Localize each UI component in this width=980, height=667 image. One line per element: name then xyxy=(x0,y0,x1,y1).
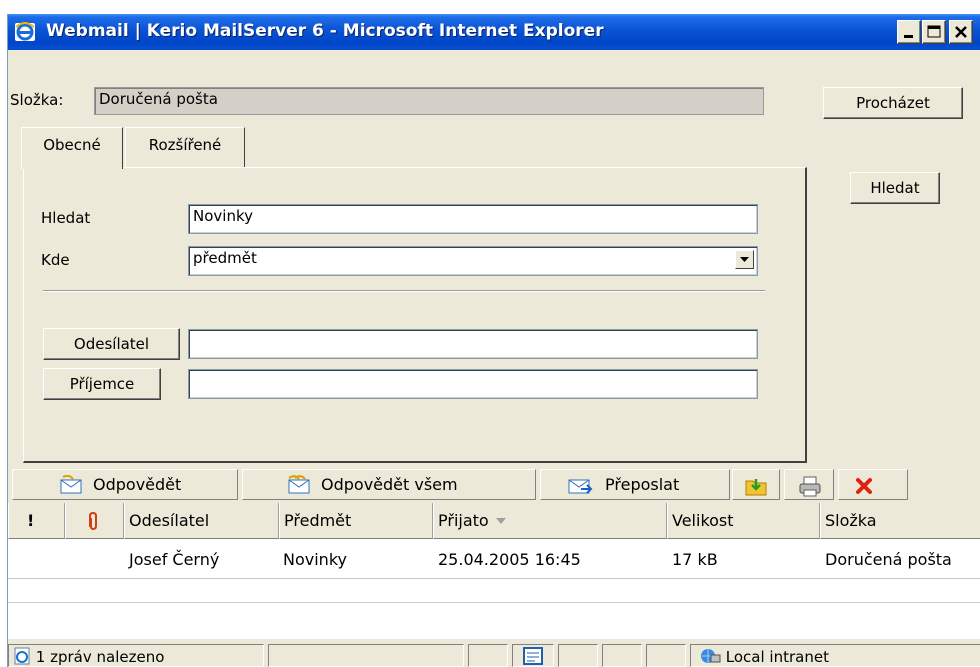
table-row[interactable]: Josef Černý Novinky 25.04.2005 16:45 17 … xyxy=(8,539,980,579)
divider xyxy=(43,290,765,292)
status-pane xyxy=(602,644,642,667)
status-text: 1 zpráv nalezeno xyxy=(35,648,165,666)
printer-icon xyxy=(798,475,822,501)
sender-button[interactable]: Odesílatel xyxy=(43,328,180,360)
row-folder: Doručená pošta xyxy=(825,550,952,569)
forward-button[interactable]: Přeposlat xyxy=(540,469,730,500)
forward-label: Přeposlat xyxy=(605,475,680,494)
where-select[interactable]: předmět xyxy=(188,246,758,276)
row-size: 17 kB xyxy=(672,550,718,569)
status-pane xyxy=(558,644,598,667)
folder-move-icon xyxy=(744,475,770,501)
search-label: Hledat xyxy=(41,209,91,227)
col-priority[interactable]: ! xyxy=(8,503,65,539)
intranet-icon xyxy=(699,647,721,667)
chevron-down-icon[interactable] xyxy=(735,250,754,269)
col-size[interactable]: Velikost xyxy=(667,503,820,539)
reply-all-icon xyxy=(287,475,311,499)
row-sender: Josef Černý xyxy=(129,550,220,569)
security-zone: Local intranet xyxy=(690,644,980,667)
where-label: Kde xyxy=(41,251,70,269)
recipient-button[interactable]: Příjemce xyxy=(43,368,161,400)
folder-field: Doručená pošta xyxy=(94,87,764,115)
message-list-header: ! Odesílatel Předmět Přijato Velikost Sl… xyxy=(8,503,980,539)
reply-label: Odpovědět xyxy=(93,475,182,494)
zone-text: Local intranet xyxy=(725,648,829,666)
status-pane xyxy=(268,644,464,667)
browser-window: Webmail | Kerio MailServer 6 - Microsoft… xyxy=(7,14,980,667)
tab-general[interactable]: Obecné xyxy=(21,127,123,169)
browse-button[interactable]: Procházet xyxy=(823,87,963,119)
reply-button[interactable]: Odpovědět xyxy=(12,469,238,500)
search-input[interactable]: Novinky xyxy=(188,204,758,234)
col-folder[interactable]: Složka xyxy=(820,503,980,539)
folder-label: Složka: xyxy=(10,91,64,109)
minimize-button[interactable] xyxy=(897,20,921,44)
paperclip-icon xyxy=(86,511,100,535)
window-title: Webmail | Kerio MailServer 6 - Microsoft… xyxy=(46,21,604,41)
col-sender[interactable]: Odesílatel xyxy=(124,503,279,539)
message-toolbar: Odpovědět Odpovědět všem Přeposlat xyxy=(8,465,980,503)
status-pane-icon xyxy=(512,644,554,667)
close-button[interactable] xyxy=(949,20,973,44)
sort-desc-icon xyxy=(494,511,508,530)
print-button[interactable] xyxy=(784,469,834,500)
col-subject[interactable]: Předmět xyxy=(279,503,433,539)
status-pane xyxy=(468,644,508,667)
status-message: 1 zpráv nalezeno xyxy=(8,644,264,667)
col-received-label: Přijato xyxy=(438,511,489,530)
recipient-input[interactable] xyxy=(188,369,758,399)
delete-button[interactable] xyxy=(838,469,908,500)
row-subject: Novinky xyxy=(283,550,347,569)
title-bar[interactable]: Webmail | Kerio MailServer 6 - Microsoft… xyxy=(8,14,980,50)
sender-input[interactable] xyxy=(188,329,758,359)
reply-icon xyxy=(59,474,83,499)
col-attachment[interactable] xyxy=(65,503,124,539)
page-done-icon xyxy=(13,647,31,667)
row-received: 25.04.2005 16:45 xyxy=(438,550,581,569)
horizontal-scrollbar[interactable] xyxy=(8,602,980,632)
ie-icon xyxy=(14,21,36,43)
status-pane xyxy=(646,644,686,667)
status-bar: 1 zpráv nalezeno Local intranet xyxy=(8,644,980,667)
where-select-value: předmět xyxy=(193,249,257,267)
search-submit-button[interactable]: Hledat xyxy=(850,172,940,204)
col-received[interactable]: Přijato xyxy=(433,503,667,539)
page-list-icon xyxy=(523,647,543,667)
reply-all-label: Odpovědět všem xyxy=(321,475,458,494)
tab-advanced[interactable]: Rozšířené xyxy=(125,127,245,167)
maximize-button[interactable] xyxy=(922,20,946,44)
forward-icon xyxy=(567,475,593,499)
move-button[interactable] xyxy=(732,469,780,500)
delete-icon xyxy=(853,475,875,501)
reply-all-button[interactable]: Odpovědět všem xyxy=(242,469,536,500)
